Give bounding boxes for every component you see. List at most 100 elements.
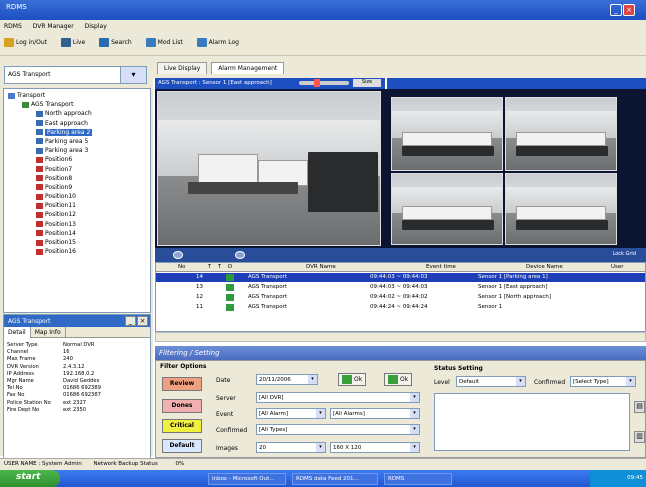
- table-row[interactable]: 11 AGS Transport 09:44:24 ~ 09:44:24 Sensor…: [156, 303, 645, 312]
- table-row[interactable]: 12 AGS Transport 09:44:02 ~ 09:44:02 Sensor…: [156, 293, 645, 302]
- slider-handle[interactable]: [314, 79, 320, 87]
- search-button[interactable]: Search: [99, 38, 132, 47]
- col-dvr-name[interactable]: DVR Name: [306, 263, 336, 272]
- task-rdms-feed[interactable]: RDMS data Feed 201...: [292, 473, 378, 485]
- confirmed-label: Confirmed: [216, 427, 248, 434]
- site-dropdown[interactable]: AGS Transport ▾: [4, 66, 147, 84]
- images-size-select[interactable]: 160 X 120 ▾: [330, 442, 420, 453]
- tree-item[interactable]: Position13: [4, 220, 150, 229]
- critical-button[interactable]: Critical: [162, 419, 202, 433]
- property-row: Fax No 01686 692387: [4, 392, 150, 399]
- ok-button-1[interactable]: Ok: [338, 373, 367, 386]
- property-key: Max Frame: [7, 356, 36, 363]
- panel-close-button[interactable]: ×: [137, 316, 148, 326]
- grid-next-button[interactable]: [235, 251, 245, 259]
- alarm-grid[interactable]: No T T D DVR Name Event time Device Name…: [155, 262, 646, 332]
- col-user[interactable]: User: [611, 263, 624, 272]
- tree-item[interactable]: Parking area 5: [4, 137, 150, 146]
- col-device-name[interactable]: Device Name: [526, 263, 563, 272]
- task-rdms[interactable]: RDMS: [384, 473, 452, 485]
- tree-item[interactable]: Position8: [4, 174, 150, 183]
- property-value: David Geddes: [63, 377, 100, 384]
- confirmed-type-select[interactable]: [Select Type] ▾: [570, 376, 636, 387]
- ok-button-2[interactable]: Ok: [384, 373, 413, 386]
- tree-item[interactable]: Position14: [4, 229, 150, 238]
- cell-no: 12: [196, 294, 203, 300]
- alarm-log-button[interactable]: Alarm Log: [196, 38, 239, 47]
- camera-view-3[interactable]: [391, 173, 503, 245]
- tree-item[interactable]: AGS Transport: [4, 100, 150, 109]
- close-button[interactable]: ×: [623, 4, 635, 16]
- lock-grid-checkbox[interactable]: Lock Grid: [613, 251, 636, 257]
- main-camera-view[interactable]: [157, 91, 381, 246]
- table-row[interactable]: 14 AGS Transport 09:44:03 ~ 09:44:03 Sensor…: [156, 273, 645, 282]
- property-row: IP Address 192.168.0.2: [4, 371, 150, 378]
- camera-view-1[interactable]: [391, 97, 503, 171]
- grid-horizontal-scrollbar[interactable]: [155, 332, 646, 342]
- images-count-select[interactable]: 20 ▾: [256, 442, 326, 453]
- tree-item[interactable]: North approach: [4, 109, 150, 118]
- tree-item[interactable]: Position7: [4, 165, 150, 174]
- dones-button[interactable]: Dones: [162, 399, 202, 413]
- tab-live-display[interactable]: Live Display: [157, 62, 208, 74]
- disk-icon[interactable]: ▥: [634, 431, 645, 443]
- col-event-time[interactable]: Event time: [426, 263, 456, 272]
- server-select[interactable]: [All DVR] ▾: [256, 392, 420, 403]
- tree-item[interactable]: Position10: [4, 192, 150, 201]
- dropdown-button[interactable]: ▾: [120, 67, 146, 83]
- size-button[interactable]: Size: [353, 79, 381, 87]
- minimize-button[interactable]: _: [610, 4, 622, 16]
- tree-item[interactable]: Position15: [4, 238, 150, 247]
- panel-minimize-button[interactable]: _: [125, 316, 136, 326]
- camera-icon: [36, 211, 43, 218]
- menu-dvr-manager[interactable]: DVR Manager: [33, 23, 74, 30]
- cell-dvr-name: AGS Transport: [248, 274, 287, 280]
- camera-icon: [36, 184, 43, 191]
- tree-item[interactable]: Position11: [4, 201, 150, 210]
- tree-item[interactable]: Parking area 3: [4, 146, 150, 155]
- col-t2[interactable]: T: [218, 263, 221, 272]
- camera-view-4[interactable]: [505, 173, 617, 245]
- col-d[interactable]: D: [228, 263, 232, 272]
- status-percent: 0%: [175, 461, 185, 467]
- event-type-select[interactable]: [All Alarms] ▾: [330, 408, 420, 419]
- status-notes-textarea[interactable]: [434, 393, 630, 451]
- col-no[interactable]: No: [178, 263, 185, 272]
- grid-prev-button[interactable]: [173, 251, 183, 259]
- event-select[interactable]: [All Alarm] ▾: [256, 408, 326, 419]
- start-button[interactable]: start: [0, 470, 60, 487]
- tab-alarm-management[interactable]: Alarm Management: [211, 62, 285, 74]
- tree-item[interactable]: East approach: [4, 119, 150, 128]
- col-t1[interactable]: T: [208, 263, 211, 272]
- tree-item[interactable]: Position9: [4, 183, 150, 192]
- tree-item[interactable]: Position12: [4, 210, 150, 219]
- tree-item[interactable]: Position6: [4, 155, 150, 164]
- tree-item-label: North approach: [45, 110, 92, 118]
- menu-rdms[interactable]: RDMS: [4, 23, 22, 30]
- login-button[interactable]: Log in/Out: [4, 38, 47, 47]
- camera-size-slider[interactable]: [299, 79, 349, 87]
- tree-item-label: Position13: [45, 220, 76, 228]
- tab-detail[interactable]: Detail: [4, 327, 31, 338]
- menu-display[interactable]: Display: [85, 23, 107, 30]
- camera-view-2[interactable]: [505, 97, 617, 171]
- review-button[interactable]: Review: [162, 377, 202, 391]
- tree-item[interactable]: Parking area 2: [4, 128, 150, 137]
- level-select[interactable]: Default ▾: [456, 376, 526, 387]
- date-input[interactable]: 20/11/2006 ▾: [256, 374, 318, 385]
- mod-list-button[interactable]: Mod List: [145, 38, 183, 47]
- save-icon[interactable]: ▤: [634, 401, 645, 413]
- task-outlook[interactable]: Inbox - Microsoft Out...: [208, 473, 286, 485]
- monitor-icon: [60, 38, 71, 47]
- date-label: Date: [216, 377, 231, 384]
- property-row: Tel No 01686 692389: [4, 385, 150, 392]
- device-tree[interactable]: Transport AGS Transport North approach East…: [3, 88, 151, 313]
- tree-item[interactable]: Transport: [4, 91, 150, 100]
- live-button[interactable]: Live: [60, 38, 85, 47]
- table-row[interactable]: 13 AGS Transport 09:44:03 ~ 09:44:03 Sensor…: [156, 283, 645, 292]
- tree-item[interactable]: Position16: [4, 247, 150, 256]
- default-button[interactable]: Default: [162, 439, 202, 453]
- filter-header: Filtering / Setting: [155, 346, 646, 360]
- confirmed-select[interactable]: [All Types] ▾: [256, 424, 420, 435]
- tab-map-info[interactable]: Map Info: [31, 327, 66, 338]
